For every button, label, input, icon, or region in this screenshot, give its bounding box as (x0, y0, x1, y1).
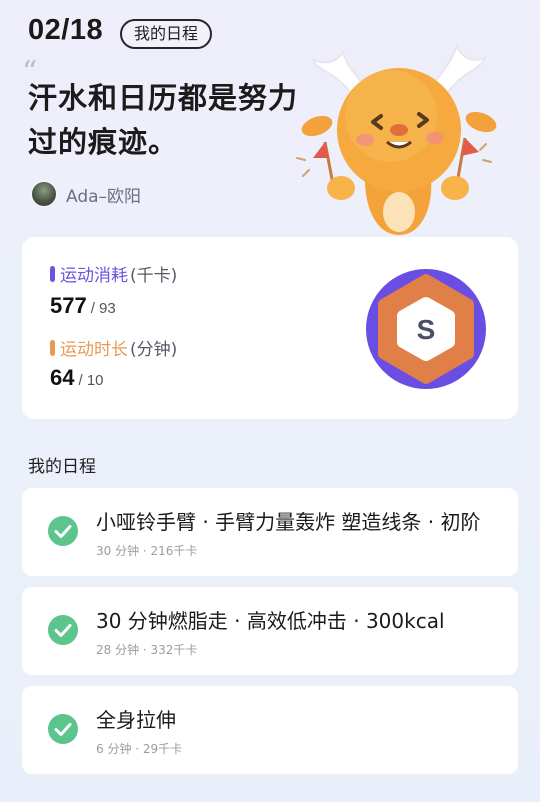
duration-goal: / 10 (78, 372, 104, 389)
check-circle-icon (48, 516, 78, 546)
avatar[interactable] (30, 180, 58, 208)
badge-letter: S (417, 314, 436, 345)
schedule-item[interactable]: 30 分钟燃脂走 · 高效低冲击 · 300kcal 28 分钟 · 332千卡 (22, 587, 518, 675)
stats-card[interactable]: 运动消耗 (千卡) 577/ 93 运动时长 (分钟) 64/ 10 S (22, 237, 518, 419)
schedule-item-meta: 28 分钟 · 332千卡 (96, 643, 198, 657)
duration-label-row: 运动时长 (分钟) (50, 335, 177, 360)
deer-mascot-illustration (296, 43, 497, 235)
calories-goal: / 93 (90, 300, 116, 317)
author-name: Ada–欧阳 (66, 186, 142, 207)
check-circle-icon (48, 615, 78, 645)
check-circle-icon (48, 714, 78, 744)
duration-unit: (分钟) (130, 340, 178, 360)
calories-unit: (千卡) (130, 266, 178, 286)
schedule-item-title: 小哑铃手臂 · 手臂力量轰炸 塑造线条 · 初阶 (96, 510, 481, 534)
schedule-item-meta: 6 分钟 · 29千卡 (96, 742, 183, 756)
schedule-item-meta: 30 分钟 · 216千卡 (96, 544, 198, 558)
daily-quote: 汗水和日历都是努力过的痕迹。 (28, 81, 299, 159)
schedule-item-title: 30 分钟燃脂走 · 高效低冲击 · 300kcal (96, 609, 445, 633)
duration-value-row: 64/ 10 (50, 365, 104, 391)
duration-label: 运动时长 (60, 340, 128, 360)
schedule-item-title: 全身拉伸 (96, 708, 176, 732)
duration-indicator (50, 339, 55, 356)
calories-label: 运动消耗 (60, 266, 128, 286)
section-title-schedule: 我的日程 (28, 457, 96, 477)
calories-label-row: 运动消耗 (千卡) (50, 261, 177, 286)
calories-indicator (50, 265, 55, 282)
calories-value-row: 577/ 93 (50, 293, 116, 319)
schedule-item[interactable]: 全身拉伸 6 分钟 · 29千卡 (22, 686, 518, 774)
schedule-item[interactable]: 小哑铃手臂 · 手臂力量轰炸 塑造线条 · 初阶 30 分钟 · 216千卡 (22, 488, 518, 576)
duration-value: 64 (50, 365, 75, 390)
date-label: 02/18 (28, 14, 104, 46)
author-row[interactable]: Ada–欧阳 (30, 180, 141, 208)
my-schedule-tag[interactable]: 我的日程 (120, 19, 213, 49)
calories-value: 577 (50, 293, 87, 318)
level-badge-icon[interactable]: S (364, 267, 488, 391)
